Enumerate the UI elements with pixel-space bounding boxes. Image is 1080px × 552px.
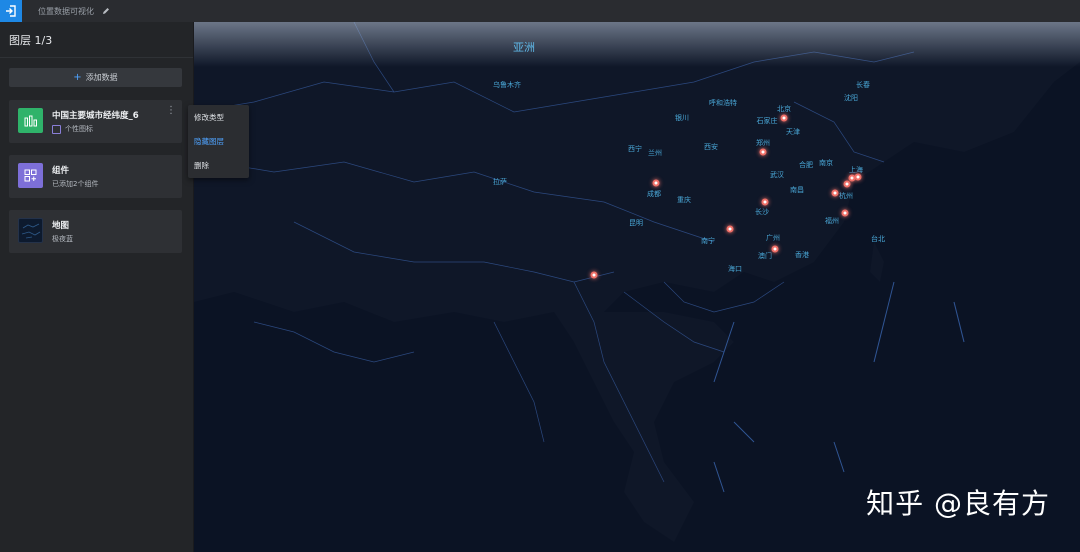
city-marker[interactable]	[590, 271, 598, 279]
city-marker[interactable]	[841, 209, 849, 217]
layers-panel-title: 图层 1/3	[0, 22, 193, 58]
city-label: 南昌	[790, 186, 804, 194]
map-basemap	[194, 22, 1080, 552]
city-label: 呼和浩特	[709, 99, 737, 107]
city-label: 北京	[777, 105, 791, 113]
city-marker[interactable]	[780, 114, 788, 122]
city-marker[interactable]	[843, 180, 851, 188]
custom-icon-icon	[52, 124, 61, 134]
city-marker[interactable]	[831, 189, 839, 197]
exit-icon	[6, 5, 16, 17]
components-icon	[18, 163, 43, 188]
menu-item-delete[interactable]: 删除	[188, 153, 249, 177]
city-marker[interactable]	[854, 173, 862, 181]
map-canvas[interactable]: 亚洲 乌鲁木齐 长春 沈阳 呼和浩特 北京 银川 石家庄 天津 西宁 兰州 西安…	[194, 22, 1080, 552]
city-label: 南宁	[701, 237, 715, 245]
city-label: 成都	[647, 190, 661, 198]
city-label: 重庆	[677, 196, 691, 204]
more-options-icon[interactable]: ⋮	[166, 106, 176, 116]
layer-title: 中国主要城市经纬度_6	[52, 111, 139, 121]
city-label: 昆明	[629, 219, 643, 227]
layer-card-basemap[interactable]: 地图 极夜蓝	[9, 210, 182, 253]
city-marker[interactable]	[761, 198, 769, 206]
city-label: 银川	[675, 114, 689, 122]
layer-subtitle-text: 个性图标	[65, 125, 93, 133]
exit-button[interactable]	[0, 0, 22, 22]
city-label: 南京	[819, 159, 833, 167]
layers-panel: 图层 1/3 + 添加数据 中国主要城市经纬度_6 个性图标 ⋮ 组件 已添加2…	[0, 22, 194, 552]
bar-chart-icon	[18, 108, 43, 133]
city-label: 武汉	[770, 171, 784, 179]
menu-item-change-type[interactable]: 修改类型	[188, 105, 249, 129]
city-marker[interactable]	[726, 225, 734, 233]
region-label: 亚洲	[513, 41, 535, 54]
city-label: 台北	[871, 235, 885, 243]
city-marker[interactable]	[771, 245, 779, 253]
layer-subtitle-text: 已添加2个组件	[52, 180, 99, 188]
layer-title: 地图	[52, 221, 70, 231]
city-label: 长沙	[755, 208, 769, 216]
city-label: 长春	[856, 81, 870, 89]
city-label: 香港	[795, 251, 809, 259]
layer-title: 组件	[52, 166, 70, 176]
city-label: 郑州	[756, 139, 770, 147]
city-label: 西宁	[628, 145, 642, 153]
city-label: 福州	[825, 217, 839, 225]
layer-card-city-points[interactable]: 中国主要城市经纬度_6 个性图标 ⋮	[9, 100, 182, 143]
city-marker[interactable]	[652, 179, 660, 187]
watermark: 知乎 @良有方	[866, 487, 1050, 520]
layer-subtitle: 已添加2个组件	[52, 179, 98, 189]
city-marker[interactable]	[759, 148, 767, 156]
map-thumbnail-icon	[18, 218, 43, 243]
city-label: 海口	[728, 265, 742, 273]
layer-subtitle: 极夜蓝	[52, 234, 73, 244]
add-data-label: 添加数据	[85, 73, 118, 82]
city-label: 沈阳	[844, 94, 858, 102]
layer-subtitle: 个性图标	[52, 124, 93, 134]
top-bar: 位置数据可视化	[0, 0, 1080, 22]
city-label: 兰州	[648, 149, 662, 157]
city-label: 澳门	[758, 252, 772, 260]
layer-card-components[interactable]: 组件 已添加2个组件	[9, 155, 182, 198]
city-label: 拉萨	[493, 178, 507, 186]
city-label: 石家庄	[756, 117, 778, 125]
layer-context-menu: 修改类型 隐藏图层 删除	[188, 105, 249, 178]
add-data-button[interactable]: + 添加数据	[9, 68, 182, 87]
layer-subtitle-text: 极夜蓝	[52, 235, 73, 243]
edit-icon[interactable]	[102, 7, 110, 15]
city-label: 杭州	[839, 192, 853, 200]
city-label: 西安	[704, 143, 718, 151]
project-name: 位置数据可视化	[38, 6, 94, 16]
city-label: 乌鲁木齐	[493, 81, 521, 89]
menu-item-hide-layer[interactable]: 隐藏图层	[188, 129, 249, 153]
city-label: 天津	[786, 128, 800, 136]
city-label: 合肥	[799, 161, 813, 169]
city-label: 广州	[766, 234, 780, 242]
plus-icon: +	[73, 72, 82, 83]
